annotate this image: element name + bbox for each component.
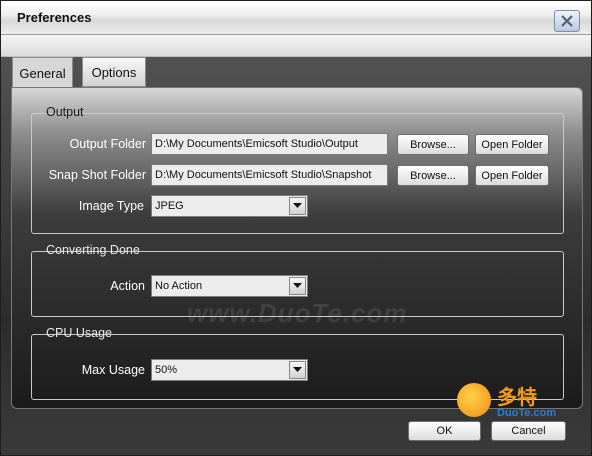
close-icon (561, 15, 573, 27)
snapshot-open-folder-button[interactable]: Open Folder (475, 165, 549, 186)
max-usage-label: Max Usage (81, 363, 145, 377)
image-type-select[interactable]: JPEG (151, 195, 308, 217)
image-type-label: Image Type (78, 199, 144, 213)
output-folder-field[interactable]: D:\My Documents\Emicsoft Studio\Output (151, 133, 388, 155)
converting-done-legend: Converting Done (46, 243, 140, 257)
cpu-usage-legend: CPU Usage (46, 326, 112, 340)
title-bar: Preferences (1, 1, 591, 35)
snapshot-folder-field[interactable]: D:\My Documents\Emicsoft Studio\Snapshot (151, 164, 388, 186)
output-browse-button[interactable]: Browse... (397, 134, 469, 155)
general-panel: Output Output Folder D:\My Documents\Emi… (11, 87, 583, 409)
action-label: Action (110, 279, 145, 293)
preferences-window: Preferences General Options Output Outpu… (0, 0, 592, 456)
tab-general[interactable]: General (12, 57, 73, 88)
logo-mark-icon (457, 383, 491, 417)
action-value: No Action (155, 280, 203, 292)
max-usage-select[interactable]: 50% (151, 359, 308, 381)
toolbar-strip (1, 35, 591, 57)
ok-button[interactable]: OK (408, 421, 481, 441)
snapshot-folder-label: Snap Shot Folder (48, 168, 146, 182)
output-folder-label: Output Folder (69, 137, 146, 151)
cancel-button[interactable]: Cancel (491, 421, 566, 441)
logo-cn-text: 多特 (497, 387, 537, 409)
window-title: Preferences (17, 10, 92, 25)
logo-url-text: DuoTe.com (497, 407, 557, 419)
close-button[interactable] (554, 10, 580, 32)
max-usage-value: 50% (155, 364, 178, 376)
chevron-down-icon[interactable] (289, 361, 306, 379)
tab-options[interactable]: Options (82, 57, 146, 87)
snapshot-browse-button[interactable]: Browse... (397, 165, 469, 186)
chevron-down-icon[interactable] (289, 277, 306, 295)
output-legend: Output (46, 105, 84, 119)
output-open-folder-button[interactable]: Open Folder (475, 134, 549, 155)
action-select[interactable]: No Action (151, 275, 308, 297)
chevron-down-icon[interactable] (289, 197, 306, 215)
image-type-value: JPEG (155, 200, 184, 212)
